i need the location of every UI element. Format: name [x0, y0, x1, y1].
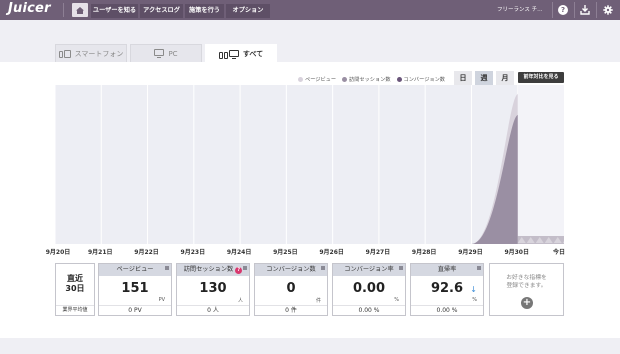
metric-card-title-text: コンバージョン率	[344, 266, 394, 273]
metric-value: 151	[121, 281, 149, 296]
x-tick-label: 9月20日	[46, 248, 71, 256]
metric-card-title-text: ページビュー	[116, 266, 154, 273]
metric-unit: 件	[315, 298, 321, 304]
x-tick-label: 9月24日	[227, 248, 252, 256]
add-metric-card[interactable]: お好きな指標を 登録できます。 +	[489, 263, 564, 316]
x-tick-label: 9月30日	[504, 248, 529, 256]
traffic-chart: 9月20日 9月21日 9月22日 9月23日 9月24日 9月25日 9月26日 9月27日…	[46, 85, 571, 256]
trend-down-icon: ↓	[470, 285, 477, 294]
card-settings-icon[interactable]	[321, 266, 325, 270]
metric-value: 130	[199, 281, 227, 296]
metric-value: 0.00	[352, 281, 386, 296]
x-tick-label: 9月29日	[458, 248, 483, 256]
metric-benchmark: 0.00 %	[333, 305, 405, 315]
x-tick-label: 9月21日	[88, 248, 113, 256]
metric-card-title: 訪問セッション数?	[177, 264, 249, 276]
metric-card[interactable]: コンバージョン率 0.00% 0.00 %	[332, 263, 406, 316]
metric-card-title: ページビュー	[99, 264, 171, 276]
metric-benchmark: 0 PV	[99, 305, 171, 315]
metric-card[interactable]: 訪問セッション数? 130 人 0 人	[176, 263, 250, 316]
x-tick-label: 今日	[552, 248, 565, 256]
period-summary-card: 直近 30日 業界平均値	[55, 263, 95, 316]
period-line1: 直近	[67, 274, 83, 283]
card-settings-icon[interactable]	[165, 266, 169, 270]
x-tick-label: 9月27日	[366, 248, 391, 256]
x-tick-label: 9月22日	[134, 248, 159, 256]
metric-card-title: 直帰率	[411, 264, 483, 276]
metric-card-title-text: コンバージョン数	[266, 266, 316, 273]
metric-benchmark: 0 件	[255, 305, 327, 315]
metric-card-title-text: 直帰率	[437, 266, 457, 273]
metric-unit: %	[394, 297, 399, 303]
metric-card[interactable]: ページビュー 151 PV 0 PV	[98, 263, 172, 316]
industry-average-label: 業界平均値	[56, 305, 94, 315]
x-tick-label: 9月28日	[412, 248, 437, 256]
card-settings-icon[interactable]	[477, 266, 481, 270]
metric-value: 0	[286, 281, 296, 296]
metric-benchmark: 0 人	[177, 305, 249, 315]
plus-circle-icon[interactable]: +	[521, 297, 533, 309]
metric-card-title-text: 訪問セッション数	[183, 266, 234, 273]
metric-unit: 人	[237, 298, 243, 304]
metric-benchmark: 0.00 %	[411, 305, 483, 315]
metric-card[interactable]: 直帰率 92.6% ↓ 0.00 %	[410, 263, 484, 316]
metric-unit: PV	[158, 297, 165, 303]
metric-card-title: コンバージョン率	[333, 264, 405, 276]
help-icon[interactable]: ?	[235, 267, 243, 274]
metric-card-title: コンバージョン数	[255, 264, 327, 276]
card-settings-icon[interactable]	[243, 266, 247, 270]
plot-area	[55, 85, 564, 244]
x-tick-label: 9月23日	[181, 248, 206, 256]
add-metric-text: お好きな指標を 登録できます。	[506, 275, 547, 289]
x-tick-label: 9月25日	[273, 248, 298, 256]
period-line2: 30日	[65, 284, 85, 293]
today-band	[517, 85, 564, 244]
period-label: 直近 30日	[56, 274, 94, 294]
card-settings-icon[interactable]	[399, 266, 403, 270]
x-tick-label: 9月26日	[319, 248, 344, 256]
metric-unit: %	[472, 297, 477, 303]
metric-card[interactable]: コンバージョン数 0 件 0 件	[254, 263, 328, 316]
